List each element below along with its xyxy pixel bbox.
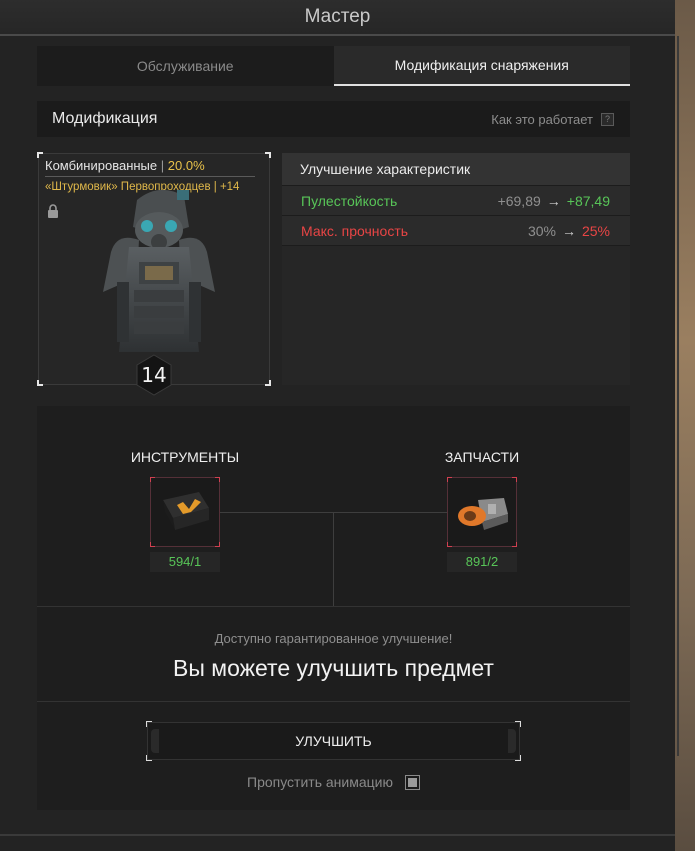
- stats-header: Улучшение характеристик: [282, 153, 630, 186]
- corner-bracket: [265, 380, 271, 386]
- corner-bracket: [265, 152, 271, 158]
- materials-panel: ИНСТРУМЕНТЫ 594/1 ЗАПЧАСТИ 891/2 Доступн…: [37, 406, 630, 810]
- item-level-badge: 14: [135, 354, 173, 396]
- corner-bracket: [37, 152, 43, 158]
- parts-slot[interactable]: [447, 477, 517, 547]
- upgrade-button-label: УЛУЧШИТЬ: [295, 733, 372, 749]
- stat-to: 25%: [581, 222, 610, 239]
- section-title: Модификация: [52, 110, 158, 127]
- stat-name: Пулестойкость: [301, 192, 398, 209]
- stat-value: 30% → 25%: [528, 223, 610, 239]
- slot-corner: [215, 542, 220, 547]
- corner-bracket: [146, 721, 152, 727]
- bottom-divider: [0, 834, 675, 836]
- slot-corner: [447, 477, 452, 482]
- corner-bracket: [515, 721, 521, 727]
- how-it-works-link[interactable]: Как это работает ?: [491, 112, 614, 127]
- stat-from: 30%: [527, 222, 556, 239]
- item-category-separator: |: [160, 158, 165, 173]
- divider: [37, 701, 630, 702]
- window-title: Мастер: [304, 6, 371, 27]
- button-side-cap: [151, 729, 159, 753]
- upgrade-button[interactable]: УЛУЧШИТЬ: [146, 721, 521, 761]
- toolbox-icon: [163, 492, 209, 530]
- slot-corner: [215, 477, 220, 482]
- corner-bracket: [515, 755, 521, 761]
- stat-from: +69,89: [497, 192, 541, 209]
- lock-icon: [48, 204, 58, 218]
- corner-bracket: [37, 380, 43, 386]
- tools-slot[interactable]: [150, 477, 220, 547]
- parts-count: 891/2: [447, 552, 517, 572]
- tab-equipment-modification[interactable]: Модификация снаряжения: [333, 46, 630, 86]
- item-card[interactable]: Комбинированные | 20.0% «Штурмовик» Перв…: [37, 152, 271, 396]
- item-category-line: Комбинированные | 20.0%: [45, 158, 255, 177]
- item-category: Комбинированные: [45, 158, 158, 173]
- armor-image: [103, 189, 215, 352]
- arrow-right-icon: →: [546, 192, 561, 209]
- skip-animation-row: Пропустить анимацию: [37, 774, 630, 790]
- stat-row: Макс. прочность 30% → 25%: [282, 216, 630, 246]
- spare-parts-icon: [458, 498, 508, 530]
- item-category-percent: 20.0%: [167, 158, 205, 173]
- item-level: 14: [141, 363, 167, 387]
- section-header: Модификация Как это работает ?: [37, 101, 630, 137]
- slot-corner: [512, 477, 517, 482]
- slot-corner: [447, 542, 452, 547]
- header-divider: [0, 34, 675, 36]
- corner-bracket: [146, 755, 152, 761]
- scrollbar-track[interactable]: [677, 36, 679, 756]
- stat-value: +69,89 → +87,49: [498, 193, 610, 209]
- button-side-cap: [508, 729, 516, 753]
- arrow-right-icon: →: [561, 222, 576, 239]
- divider: [37, 606, 630, 607]
- stat-to: +87,49: [566, 192, 610, 209]
- stats-panel: Улучшение характеристик Пулестойкость +6…: [282, 153, 630, 385]
- slot-corner: [512, 542, 517, 547]
- slot-corner: [150, 477, 155, 482]
- connector-line: [333, 512, 334, 606]
- stat-row: Пулестойкость +69,89 → +87,49: [282, 186, 630, 216]
- slot-corner: [150, 542, 155, 547]
- window-header: Мастер: [0, 0, 675, 36]
- tools-count: 594/1: [150, 552, 220, 572]
- tools-title: ИНСТРУМЕНТЫ: [130, 449, 240, 465]
- skip-animation-checkbox[interactable]: [404, 774, 420, 790]
- skip-animation-label: Пропустить анимацию: [247, 774, 393, 790]
- help-icon[interactable]: ?: [601, 112, 614, 126]
- can-upgrade-text: Вы можете улучшить предмет: [173, 655, 494, 681]
- parts-title: ЗАПЧАСТИ: [444, 449, 520, 465]
- checkbox-fill: [407, 777, 417, 787]
- how-it-works-label: Как это работает: [491, 111, 593, 127]
- guaranteed-upgrade-text: Доступно гарантированное улучшение!: [214, 631, 453, 646]
- tab-maintenance[interactable]: Обслуживание: [37, 46, 334, 86]
- stat-name: Макс. прочность: [301, 222, 409, 239]
- tab-bar: Обслуживание Модификация снаряжения: [37, 46, 630, 86]
